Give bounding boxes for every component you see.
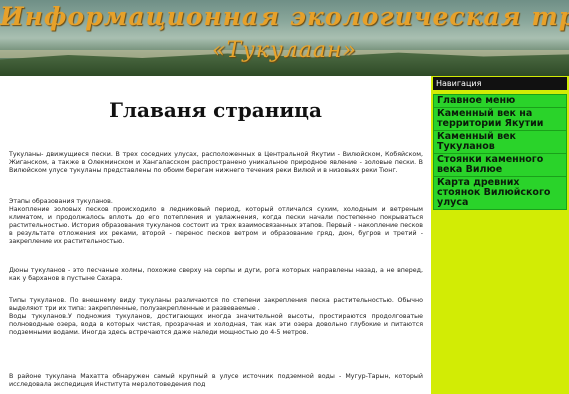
paragraph-intro: Тукуланы- движущиеся пески. В трех сосед… [9,151,423,174]
site-subtitle: «Тукулаан» [212,38,357,63]
nav-item-stone-age-sites-vilyuy[interactable]: Стоянки каменного века Вилюе [433,153,567,177]
nav-item-map-ancient-sites[interactable]: Карта древних стоянок Вилюйского улуса [433,176,567,210]
nav-item-stone-age-yakutia[interactable]: Каменный век на территории Якутии [433,107,567,131]
page-title: Главаня страница [109,98,322,122]
nav-item-main-menu[interactable]: Главное меню [433,94,567,108]
nav-header: Навигация [433,77,567,90]
paragraph-types: Типы тукуланов. По внешнему виду тукулан… [9,297,423,336]
site-title: Информационная экологическая тропа [0,2,569,31]
paragraph-mahatta: В районе тукулана Махатта обнаружен самы… [9,373,423,388]
header-banner: Информационная экологическая тропа «Туку… [0,0,569,76]
nav-item-stone-age-tukulans[interactable]: Каменный век Тукуланов [433,130,567,154]
paragraph-dunes: Дюны тукуланов - это песчаные холмы, пох… [9,267,423,282]
main-content: Главаня страница Тукуланы- движущиеся пе… [0,76,431,394]
paragraph-stages: Этапы образования тукуланов. Накопление … [9,198,423,245]
